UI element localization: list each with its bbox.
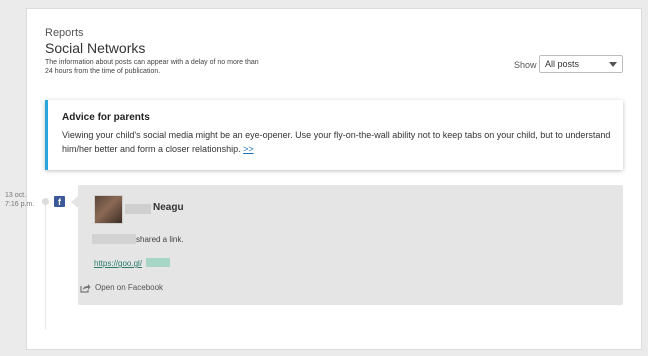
post-date-time: 7:16 p.m.	[5, 201, 35, 208]
post-link[interactable]: https://goo.gl/	[94, 259, 142, 268]
show-filter-value: All posts	[545, 59, 580, 69]
advice-title: Advice for parents	[62, 112, 150, 123]
post-action: shared a link.	[136, 235, 184, 244]
open-on-facebook-link[interactable]: Open on Facebook	[80, 283, 163, 293]
author-name: Neagu	[153, 202, 184, 213]
advice-more-link[interactable]: >>	[243, 144, 254, 154]
show-filter-label: Show	[514, 60, 537, 70]
post-card: Neagu shared a link. https://goo.gl/ Ope…	[78, 185, 623, 305]
facebook-icon: f	[54, 196, 65, 207]
post-date-day: 13 oct.	[5, 192, 27, 199]
advice-body: Viewing your child's social media might …	[62, 130, 611, 154]
advice-text: Viewing your child's social media might …	[62, 128, 617, 156]
post-pointer	[71, 196, 78, 208]
open-on-facebook-label: Open on Facebook	[95, 283, 164, 293]
author-name-redacted	[125, 204, 151, 214]
post-date: 13 oct. 7:16 p.m.	[5, 191, 34, 209]
timeline-line	[45, 199, 46, 329]
shared-name-redacted	[92, 234, 136, 244]
avatar	[94, 195, 123, 224]
page-subtitle: The information about posts can appear w…	[45, 59, 259, 75]
external-share-icon	[80, 284, 91, 293]
advice-box: Advice for parents Viewing your child's …	[45, 100, 623, 170]
link-redacted	[146, 258, 170, 267]
show-filter-select[interactable]: All posts	[539, 55, 623, 73]
timeline-dot	[42, 198, 49, 205]
page-title: Social Networks	[45, 40, 146, 56]
breadcrumb: Reports	[45, 27, 84, 39]
chevron-down-icon	[609, 62, 617, 67]
